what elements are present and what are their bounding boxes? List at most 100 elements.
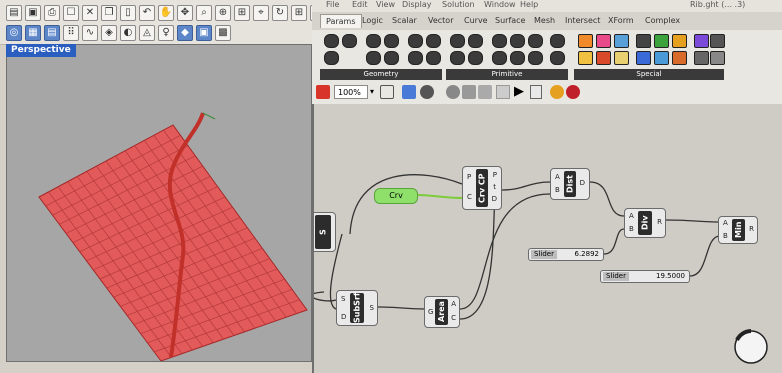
complex-param-icon[interactable]: [468, 51, 483, 65]
menu-solution[interactable]: Solution: [442, 0, 475, 9]
scribble-icon[interactable]: [614, 51, 629, 65]
domain-param-icon[interactable]: [492, 51, 507, 65]
area-component[interactable]: G Area A C: [424, 296, 460, 328]
solid-icon[interactable]: ◐: [120, 25, 136, 41]
min-output-r[interactable]: R: [749, 225, 754, 233]
boolean-param-icon[interactable]: [450, 34, 465, 48]
light-icon[interactable]: ♀: [158, 25, 174, 41]
viewport-title[interactable]: Perspective: [6, 44, 76, 57]
pan-hand-icon[interactable]: ✋: [158, 5, 174, 21]
zoom-selected-icon[interactable]: ⌖: [253, 5, 269, 21]
tab-logic[interactable]: Logic: [362, 16, 383, 25]
surface-icon[interactable]: ◈: [101, 25, 117, 41]
slider-2-value[interactable]: 19.5000: [656, 271, 685, 282]
menu-help[interactable]: Help: [520, 0, 538, 9]
script-icon[interactable]: [710, 51, 725, 65]
crv-param-component[interactable]: Crv: [374, 188, 418, 204]
mesh-icon[interactable]: ◬: [139, 25, 155, 41]
arc-param-icon[interactable]: [384, 34, 399, 48]
shaded-preview-icon[interactable]: [462, 85, 476, 99]
crv-cp-component[interactable]: P C Crv CP P t D: [462, 166, 502, 210]
tab-intersect[interactable]: Intersect: [565, 16, 600, 25]
cut-icon[interactable]: ✕: [82, 5, 98, 21]
dist-component[interactable]: A B Dist D: [550, 168, 590, 200]
div-output-r[interactable]: R: [657, 218, 662, 226]
slider-icon[interactable]: [614, 34, 629, 48]
object-props-icon[interactable]: ▤: [44, 25, 60, 41]
rotate-view-icon[interactable]: ↻: [272, 5, 288, 21]
menu-file[interactable]: File: [326, 0, 339, 9]
guid-param-icon[interactable]: [528, 51, 543, 65]
preview-eye-icon[interactable]: [420, 85, 434, 99]
fractal-icon[interactable]: [672, 51, 687, 65]
undo-icon[interactable]: ↶: [139, 5, 155, 21]
select-icon[interactable]: ◎: [6, 25, 22, 41]
crvcp-output-d[interactable]: D: [492, 195, 497, 203]
menu-view[interactable]: View: [376, 0, 395, 9]
point-icon[interactable]: ⠿: [63, 25, 79, 41]
curve-param-icon[interactable]: [408, 34, 423, 48]
panel-icon[interactable]: [710, 34, 725, 48]
open-file-icon[interactable]: [316, 85, 330, 99]
dist-input-b[interactable]: B: [555, 186, 560, 194]
tab-xform[interactable]: XForm: [608, 16, 634, 25]
menu-display[interactable]: Display: [402, 0, 432, 9]
crvcp-input-p[interactable]: P: [467, 173, 471, 181]
zoom-extents-canvas-icon[interactable]: [380, 85, 394, 99]
run-solver-icon[interactable]: ▶: [514, 84, 524, 100]
surface-param-icon[interactable]: [366, 51, 381, 65]
brep-param-icon[interactable]: [384, 51, 399, 65]
new-file-icon[interactable]: ▤: [6, 5, 22, 21]
dist-output-d[interactable]: D: [580, 179, 585, 187]
grid-icon[interactable]: ⊞: [291, 5, 307, 21]
area-input-g[interactable]: G: [428, 308, 433, 316]
zoom-extents-icon[interactable]: ⊞: [234, 5, 250, 21]
panel-special-label[interactable]: Special: [574, 69, 724, 80]
render-settings-icon[interactable]: ▣: [196, 25, 212, 41]
zoom-dropdown-icon[interactable]: ▾: [370, 87, 374, 96]
param-viewer-icon[interactable]: [636, 51, 651, 65]
slider-2[interactable]: Slider 19.5000: [600, 270, 690, 283]
surface-param-component[interactable]: S: [314, 212, 336, 252]
blank-preview-icon[interactable]: [496, 85, 510, 99]
copy-icon[interactable]: ❐: [101, 5, 117, 21]
properties-icon[interactable]: ☐: [63, 5, 79, 21]
subsrf-component[interactable]: S D SubSrf S: [336, 290, 378, 326]
sketch-icon[interactable]: [550, 85, 564, 99]
hatch-icon[interactable]: ▩: [215, 25, 231, 41]
gradient-icon[interactable]: [596, 34, 611, 48]
timer-icon[interactable]: [596, 51, 611, 65]
integer-param-icon[interactable]: [468, 34, 483, 48]
point-param-icon[interactable]: [324, 34, 339, 48]
tab-params[interactable]: Params: [320, 14, 362, 28]
dist-input-a[interactable]: A: [555, 173, 560, 181]
tab-vector[interactable]: Vector: [428, 16, 454, 25]
menu-window[interactable]: Window: [484, 0, 516, 9]
move-icon[interactable]: ✥: [177, 5, 193, 21]
print-icon[interactable]: ⎙: [44, 5, 60, 21]
crvcp-input-c[interactable]: C: [467, 193, 472, 201]
data-recorder-icon[interactable]: [654, 51, 669, 65]
toggle-icon[interactable]: [578, 34, 593, 48]
panel-geometry-label[interactable]: Geometry: [320, 69, 442, 80]
tab-scalar[interactable]: Scalar: [392, 16, 417, 25]
curve-icon[interactable]: ∿: [82, 25, 98, 41]
file-icon[interactable]: [530, 85, 542, 99]
line-param-icon[interactable]: [426, 34, 441, 48]
panel-primitive-label[interactable]: Primitive: [446, 69, 568, 80]
geometry-param-icon[interactable]: [426, 51, 441, 65]
div-input-b[interactable]: B: [629, 225, 634, 233]
menu-edit[interactable]: Edit: [352, 0, 368, 9]
div-component[interactable]: A B Div R: [624, 208, 666, 238]
mesh-param-icon[interactable]: [408, 51, 423, 65]
zoom-window-icon[interactable]: ⊕: [215, 5, 231, 21]
colour-param-icon[interactable]: [450, 51, 465, 65]
slider-1-value[interactable]: 6.2892: [575, 249, 600, 260]
paste-icon[interactable]: ▯: [120, 5, 136, 21]
crvcp-output-p[interactable]: P: [493, 171, 497, 179]
save-icon[interactable]: ▣: [25, 5, 41, 21]
area-output-a[interactable]: A: [451, 300, 456, 308]
circle-param-icon[interactable]: [366, 34, 381, 48]
slider-1[interactable]: Slider 6.2892: [528, 248, 604, 261]
cluster-icon[interactable]: [694, 51, 709, 65]
